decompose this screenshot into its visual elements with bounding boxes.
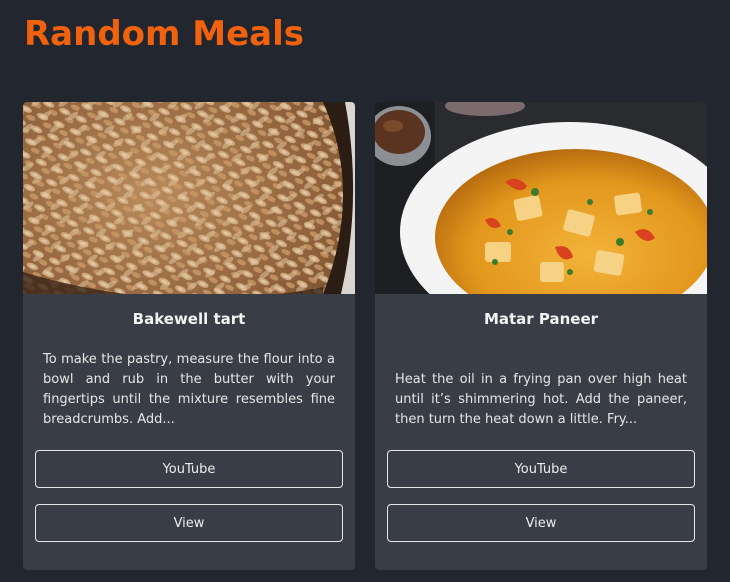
meal-image-bakewell-tart [23,102,355,294]
youtube-button[interactable]: YouTube [35,450,343,488]
meal-title: Bakewell tart [132,310,246,328]
youtube-button[interactable]: YouTube [387,450,695,488]
meal-image-matar-paneer [375,102,707,294]
page-title: Random Meals [24,14,305,54]
view-button[interactable]: View [387,504,695,542]
meal-description: To make the pastry, measure the flour in… [43,352,335,427]
meal-card-bakewell-tart: Bakewell tart To make the pastry, measur… [23,102,355,570]
view-button[interactable]: View [35,504,343,542]
meal-card-matar-paneer: Matar Paneer Heat the oil in a frying pa… [375,102,707,570]
meal-description: Heat the oil in a frying pan over high h… [395,372,687,427]
meal-title: Matar Paneer [483,310,599,328]
